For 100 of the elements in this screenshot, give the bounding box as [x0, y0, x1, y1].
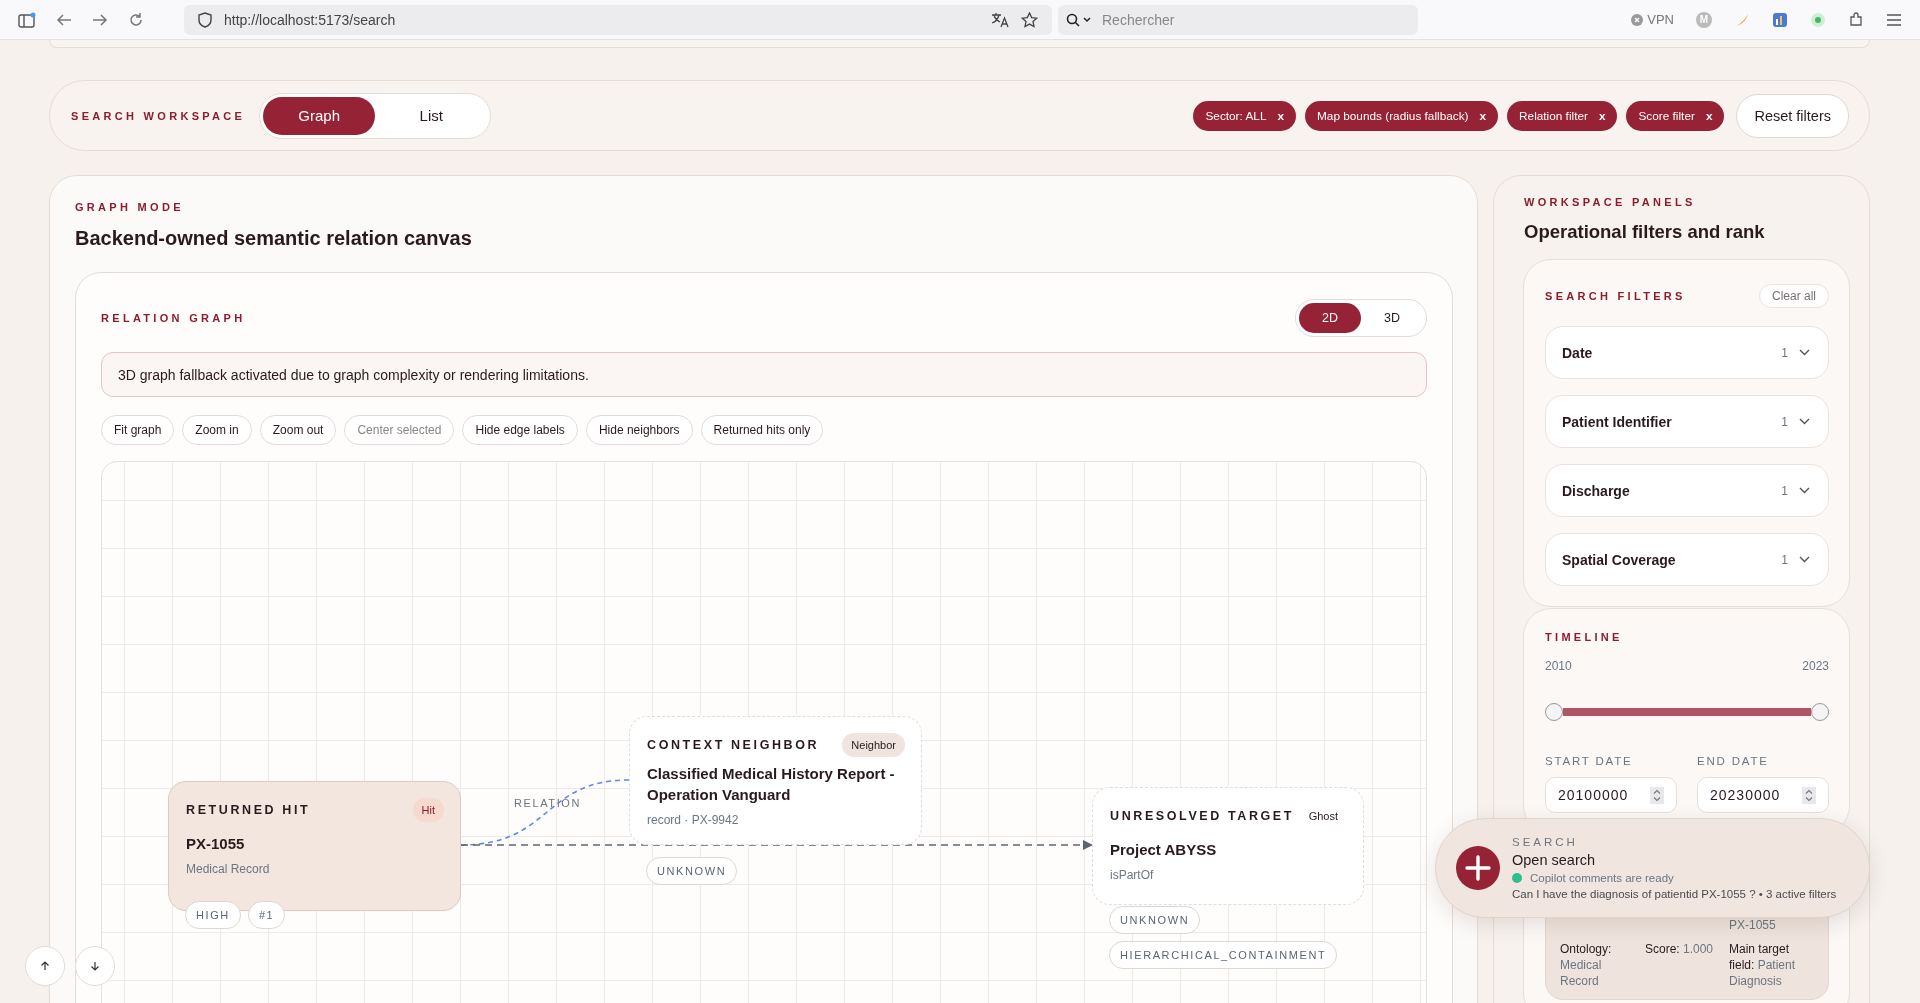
node-type-label: RETURNED HIT	[186, 803, 311, 817]
section-label: RELATION GRAPH	[101, 312, 246, 324]
filter-chip[interactable]: Relation filter x	[1507, 100, 1618, 131]
graph-tool-button[interactable]: Hide neighbors	[585, 415, 693, 445]
remove-filter[interactable]: x	[1705, 108, 1713, 123]
star-icon[interactable]	[1021, 11, 1038, 28]
graph-tool-button[interactable]: Zoom in	[182, 415, 252, 445]
node-tag: HIERARCHICAL_CONTAINMENT	[1109, 941, 1338, 969]
filter-count: 1	[1781, 345, 1788, 360]
node-role-label: Hit	[412, 798, 444, 822]
graph-tool-button[interactable]: Fit graph	[101, 415, 175, 445]
filter-label: Date	[1562, 344, 1594, 361]
section-label: WORKSPACE PANELS	[1524, 196, 1697, 208]
filter-count: 1	[1781, 483, 1788, 498]
end-date-field[interactable]: 20230000	[1697, 777, 1829, 813]
dimension-tab[interactable]: 2D	[1299, 303, 1361, 333]
sidebar-icon[interactable]	[18, 11, 36, 28]
node-title: PX-1055	[186, 834, 246, 854]
address-bar[interactable]: http://localhost:5173/search	[184, 4, 1052, 35]
graph-tool-button[interactable]: Returned hits only	[700, 415, 824, 445]
view-tab[interactable]: List	[375, 96, 488, 135]
node-tag: UNKNOWN	[1109, 906, 1201, 934]
graph-node[interactable]: UNRESOLVED TARGET Ghost Project ABYSS isPartOf	[1092, 787, 1364, 905]
filter-count: 1	[1781, 414, 1788, 429]
filter-count: 1	[1781, 552, 1788, 567]
chip-label: Map bounds (radius fallback)	[1317, 108, 1469, 123]
result-field: Ontology: Medical Record	[1560, 941, 1633, 989]
fallback-alert: 3D graph fallback activated due to graph complexity or rendering limitations.	[101, 352, 1427, 397]
start-year: 2010	[1545, 659, 1572, 673]
section-title: Backend-owned semantic relation canvas	[75, 227, 473, 250]
section-label: SEARCH WORKSPACE	[71, 109, 246, 122]
extension-icon[interactable]	[1810, 11, 1826, 28]
arrow-down-icon	[90, 961, 100, 971]
section-title: Operational filters and rank	[1524, 221, 1766, 243]
popup-label: SEARCH	[1512, 836, 1579, 848]
remove-filter[interactable]: x	[1479, 108, 1487, 123]
graph-node[interactable]: RETURNED HIT Hit PX-1055 Medical Record	[168, 781, 461, 911]
result-id: PX-1055	[1729, 917, 1777, 933]
field-label: START DATE	[1545, 755, 1634, 767]
filter-group[interactable]: Spatial Coverage 1	[1545, 533, 1829, 586]
search-popup[interactable]: SEARCH Open search Copilot comments are ready Can I have the diagnosis of patientid PX-1055 ? • 3 active filters	[1435, 818, 1870, 918]
forward-icon[interactable]	[92, 12, 108, 27]
filter-chip[interactable]: Sector: ALL x	[1193, 100, 1296, 131]
remove-filter[interactable]: x	[1277, 108, 1284, 123]
timeline-slider[interactable]	[1545, 703, 1829, 721]
search-icon	[1066, 12, 1092, 27]
filter-group[interactable]: Date 1	[1545, 326, 1829, 379]
node-subtitle: record · PX-9942	[647, 813, 740, 827]
section-label: GRAPH MODE	[75, 201, 185, 213]
edge-label: RELATION	[514, 797, 581, 809]
filter-label: Patient Identifier	[1562, 413, 1673, 430]
reset-filters-button[interactable]: Reset filters	[1736, 93, 1849, 138]
clear-all-button[interactable]: Clear all	[1759, 284, 1829, 308]
section-label: TIMELINE	[1545, 631, 1624, 643]
filter-chip[interactable]: Map bounds (radius fallback) x	[1305, 100, 1499, 131]
menu-icon[interactable]	[1886, 12, 1902, 27]
close-icon	[1631, 13, 1644, 26]
filter-group[interactable]: Patient Identifier 1	[1545, 395, 1829, 448]
dimension-tab[interactable]: 3D	[1361, 303, 1423, 333]
result-field: Main target field: Patient Diagnosis	[1729, 941, 1814, 989]
chip-label: Relation filter	[1519, 108, 1588, 123]
search-input[interactable]: Rechercher	[1100, 10, 1410, 29]
node-subtitle: isPartOf	[1110, 868, 1155, 882]
chip-label: Sector: ALL	[1205, 108, 1267, 123]
section-label: SEARCH FILTERS	[1545, 290, 1686, 302]
node-tag: HIGH	[185, 901, 241, 929]
translate-icon[interactable]	[991, 11, 1009, 28]
graph-tool-button[interactable]: Zoom out	[259, 415, 337, 445]
spinner-icon[interactable]	[1802, 786, 1816, 804]
node-tag: UNKNOWN	[646, 857, 738, 885]
browser-search-field[interactable]: Rechercher	[1058, 4, 1418, 35]
node-tag: #1	[247, 901, 286, 929]
slider-thumb[interactable]	[1545, 703, 1563, 721]
end-year: 2023	[1802, 659, 1829, 673]
node-title: Project ABYSS	[1110, 840, 1218, 860]
plus-icon[interactable]	[1456, 846, 1500, 890]
shield-icon	[198, 11, 212, 28]
graph-node[interactable]: CONTEXT NEIGHBOR Neighbor Classified Medical History Report - Operation Vanguard record · PX-9942	[629, 716, 922, 845]
result-field: Score: 1.000	[1645, 941, 1717, 989]
node-type-label: CONTEXT NEIGHBOR	[647, 738, 820, 752]
filter-chip[interactable]: Score filter x	[1626, 100, 1725, 131]
filter-group[interactable]: Discharge 1	[1545, 464, 1829, 517]
chart-icon[interactable]	[1772, 11, 1788, 28]
node-type-label: UNRESOLVED TARGET	[1110, 809, 1295, 823]
chip-label: Score filter	[1638, 108, 1695, 123]
node-subtitle: Medical Record	[186, 862, 271, 876]
vpn-toggle[interactable]: VPN	[1631, 12, 1674, 27]
back-icon[interactable]	[56, 12, 72, 27]
filter-label: Spatial Coverage	[1562, 551, 1677, 568]
reload-icon[interactable]	[128, 11, 144, 28]
start-date-field[interactable]: 20100000	[1545, 777, 1677, 813]
view-tab[interactable]: Graph	[263, 96, 376, 135]
node-role-label: Neighbor	[842, 733, 905, 757]
field-label: END DATE	[1697, 755, 1770, 767]
graph-tool-button[interactable]: Hide edge labels	[462, 415, 578, 445]
remove-filter[interactable]: x	[1598, 108, 1606, 123]
filter-label: Discharge	[1562, 482, 1631, 499]
node-role-label: Ghost	[1307, 809, 1339, 824]
spinner-icon[interactable]	[1650, 786, 1664, 804]
slider-thumb[interactable]	[1811, 703, 1829, 721]
